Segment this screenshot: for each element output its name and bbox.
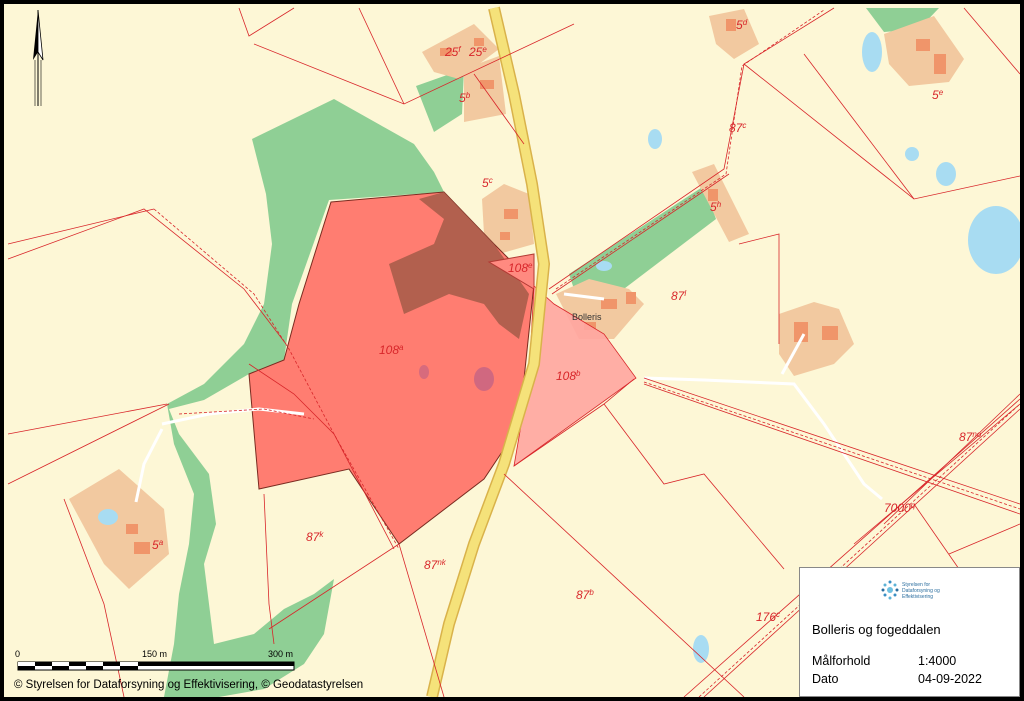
pond-in-selection bbox=[419, 365, 429, 379]
copyright-notice: © Styrelsen for Dataforsyning og Effekti… bbox=[14, 679, 364, 691]
scale-end: 300 m bbox=[268, 649, 294, 659]
scale-start: 0 bbox=[15, 649, 21, 659]
place-label: Bolleris bbox=[572, 312, 602, 322]
scale-bar-graphic bbox=[17, 661, 295, 671]
date-value: 04-09-2022 bbox=[918, 672, 982, 686]
scale-label: Målforhold bbox=[812, 654, 871, 668]
building bbox=[126, 524, 138, 534]
building bbox=[480, 80, 494, 89]
agency-logo-icon bbox=[881, 580, 899, 600]
logo-line: Effektivisering bbox=[902, 594, 934, 600]
agency-logo: Styrelsen for Dataforsyning og Effektivi… bbox=[880, 576, 970, 608]
pond bbox=[905, 147, 919, 161]
pond bbox=[693, 635, 709, 663]
north-arrow-icon bbox=[33, 9, 44, 106]
scale-bar: 0 150 m 300 m bbox=[12, 649, 302, 673]
date-label: Dato bbox=[812, 672, 839, 686]
map-title: Bolleris og fogeddalen bbox=[812, 622, 941, 637]
pond bbox=[98, 509, 118, 525]
map-frame: 25f 25e 5d 5b 5e 87c 5c 5h 108e 87l 108a 108b 87no 70… bbox=[4, 4, 1020, 697]
building bbox=[934, 54, 946, 74]
pond bbox=[862, 32, 882, 72]
building bbox=[134, 542, 150, 554]
building bbox=[726, 19, 736, 31]
building bbox=[500, 232, 510, 240]
building bbox=[626, 292, 636, 304]
scale-value: 1:4000 bbox=[918, 654, 957, 668]
agency-logo-text: Styrelsen for Dataforsyning og Effektivi… bbox=[902, 582, 940, 600]
building bbox=[822, 326, 838, 340]
building bbox=[601, 299, 617, 309]
parcel-label-87l: 87l bbox=[671, 289, 686, 303]
pond bbox=[648, 129, 662, 149]
building bbox=[504, 209, 518, 219]
scale-mid: 150 m bbox=[142, 649, 168, 659]
pond-in-selection bbox=[474, 367, 494, 391]
building bbox=[916, 39, 930, 51]
pond bbox=[936, 162, 956, 186]
map-legend: Styrelsen for Dataforsyning og Effektivi… bbox=[799, 567, 1020, 697]
